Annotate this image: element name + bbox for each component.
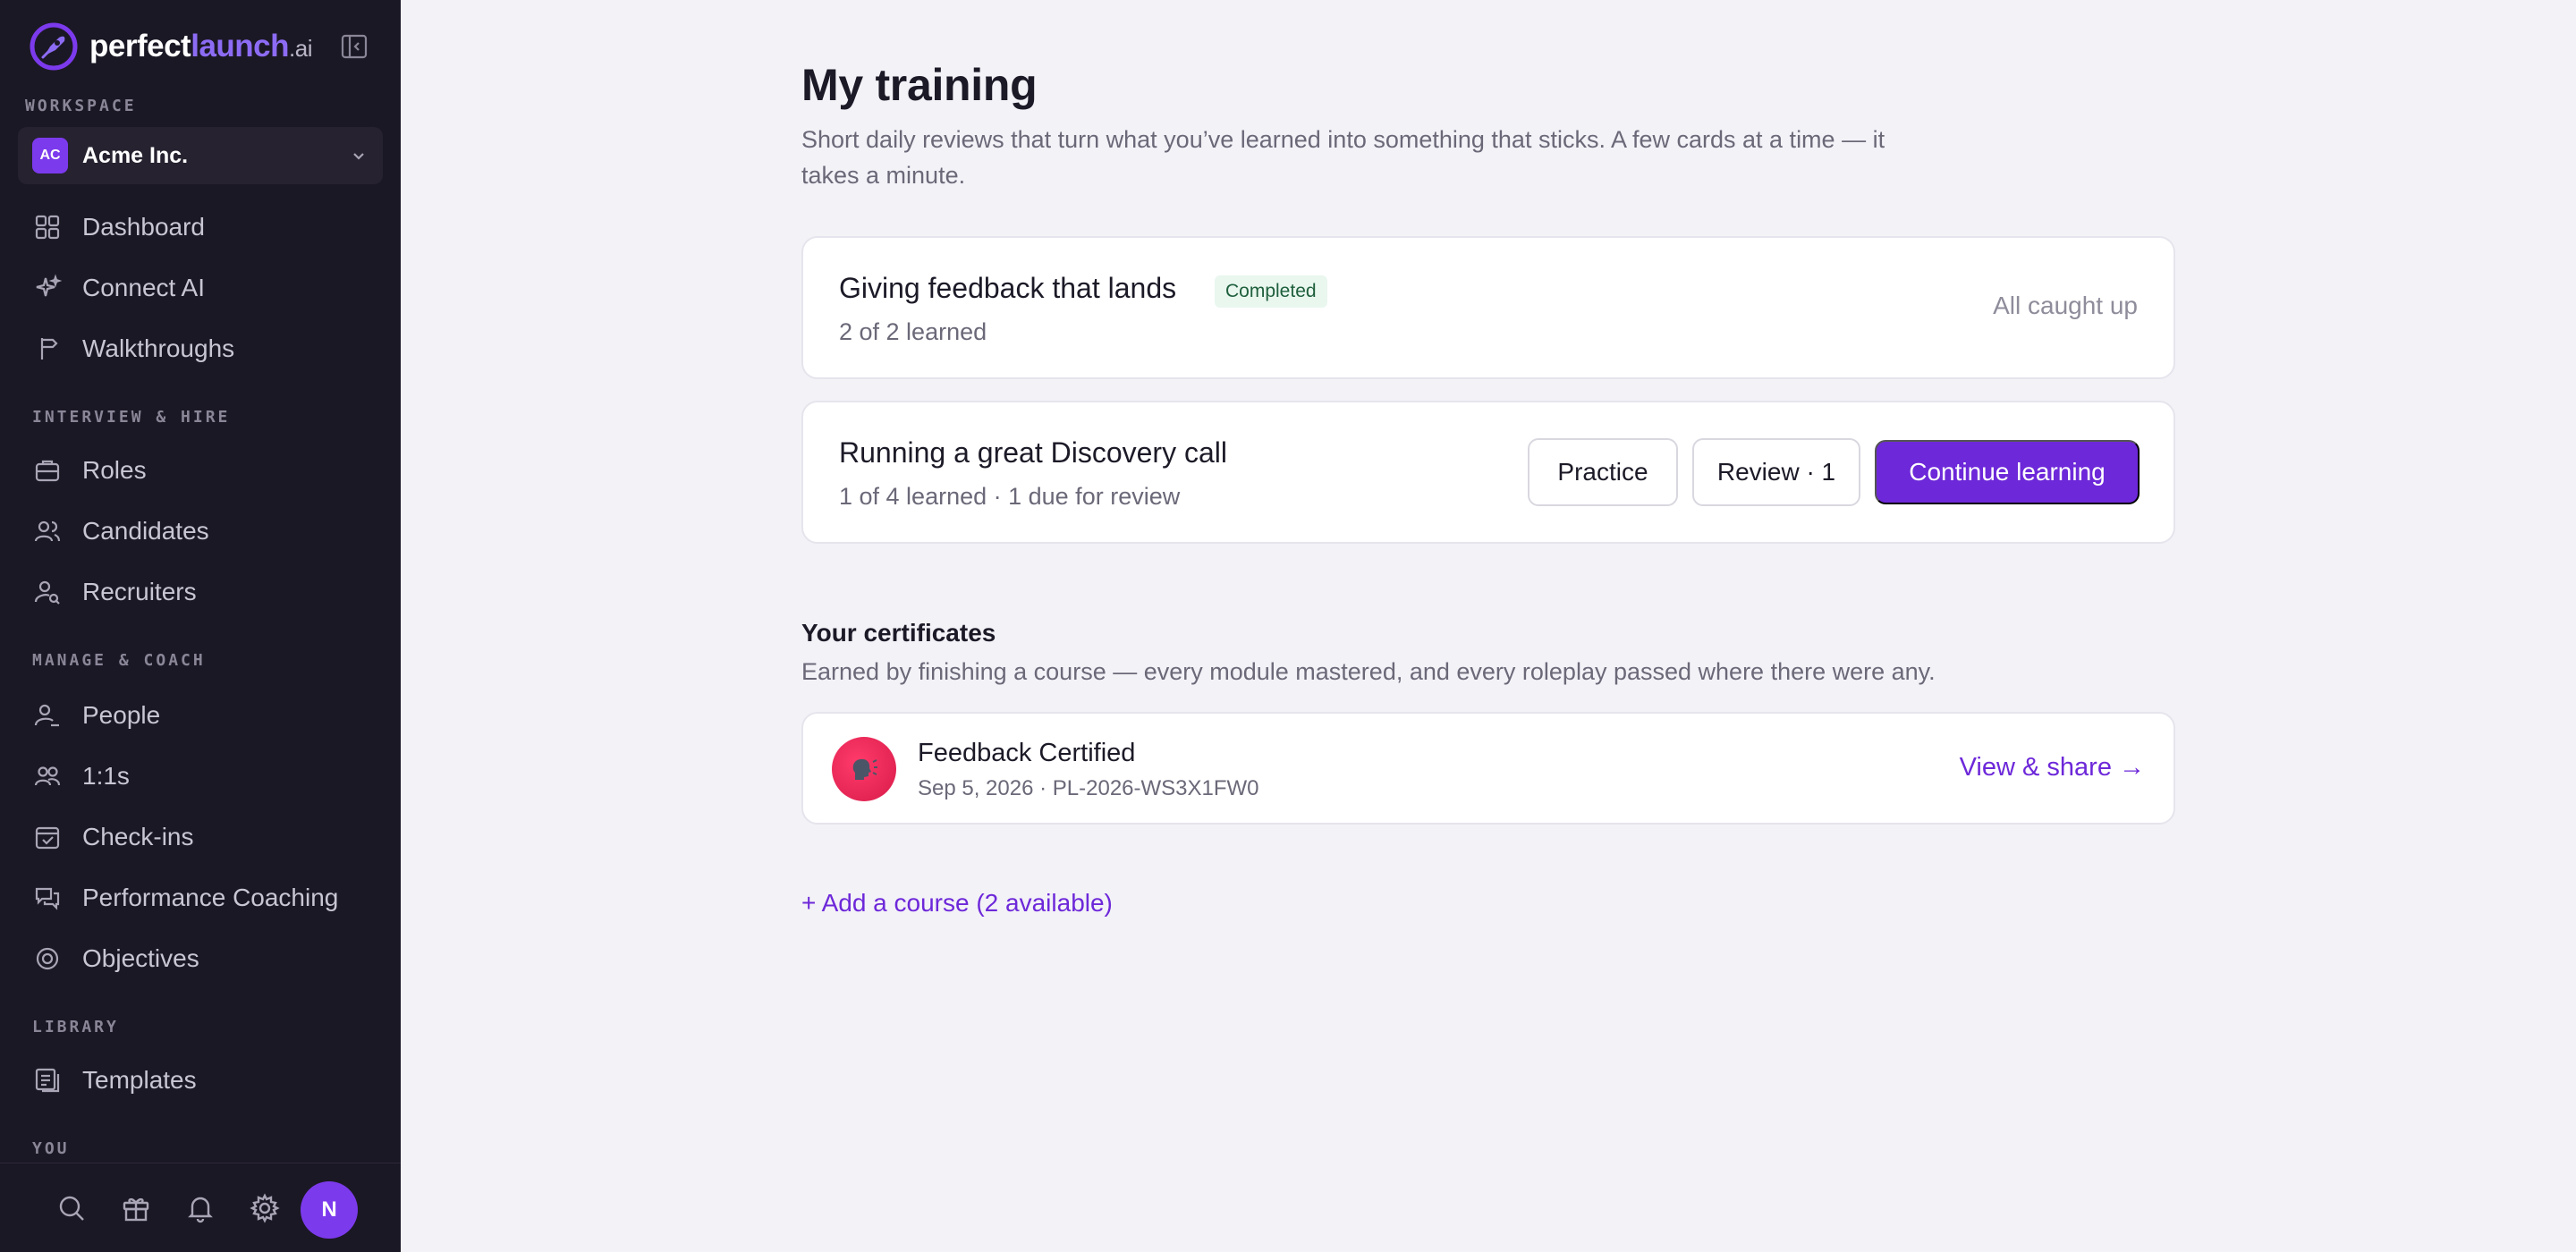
sidebar-item-one-on-ones[interactable]: 1:1s [18,749,383,803]
sidebar-item-dashboard[interactable]: Dashboard [18,200,383,254]
section-label-manage: MANAGE & COACH [32,651,206,670]
sidebar-item-candidates[interactable]: Candidates [18,504,383,558]
section-label-workspace: WORKSPACE [25,97,137,115]
page-subtitle: Short daily reviews that turn what you’v… [801,126,1885,189]
certificates-subtitle: Earned by finishing a course — every mod… [801,658,1936,685]
sidebar-item-label: Dashboard [82,213,205,241]
practice-button[interactable]: Practice [1528,438,1678,506]
signpost-icon [32,334,63,364]
sidebar-item-label: Templates [82,1066,197,1094]
collapse-sidebar-icon[interactable] [340,32,369,61]
sidebar-item-performance-coaching[interactable]: Performance Coaching [18,871,383,925]
course-card-discovery: Running a great Discovery call 1 of 4 le… [801,401,2175,544]
brand-logo[interactable]: perfectlaunch.ai [29,20,369,73]
gift-icon[interactable] [118,1190,154,1226]
document-stack-icon [32,1065,63,1096]
sidebar-item-label: Check-ins [82,823,194,850]
sidebar-item-connect-ai[interactable]: Connect AI [18,261,383,315]
sidebar-item-label: Walkthroughs [82,334,235,362]
sidebar-item-recruiters[interactable]: Recruiters [18,565,383,619]
course-title: Giving feedback that lands [839,272,1177,304]
chat-bubbles-icon [32,883,63,913]
certificate-meta: Sep 5, 2026 · PL-2026-WS3X1FW0 [918,776,1259,800]
sidebar-item-label: Recruiters [82,578,197,605]
course-title: Running a great Discovery call [839,436,1227,469]
sidebar: perfectlaunch.ai WORKSPACE AC Acme Inc. … [0,0,401,1252]
sidebar-footer: N [0,1163,401,1252]
sidebar-item-roles[interactable]: Roles [18,444,383,497]
certificate-card: Feedback Certified Sep 5, 2026 · PL-2026… [801,712,2175,825]
certificate-title: Feedback Certified [918,739,1136,767]
sidebar-item-label: Candidates [82,517,209,545]
status-badge: Completed [1215,275,1327,308]
sidebar-item-label: Performance Coaching [82,884,339,911]
sidebar-item-label: Connect AI [82,274,205,301]
workspace-badge: AC [32,138,68,173]
gear-icon[interactable] [247,1190,283,1226]
user-search-icon [32,577,63,607]
section-label-interview: INTERVIEW & HIRE [32,408,231,427]
section-label-library: LIBRARY [32,1018,119,1036]
sparkle-icon [32,273,63,303]
continue-learning-button[interactable]: Continue learning [1875,440,2140,504]
page-title: My training [801,60,1038,110]
speaking-head-icon [832,737,896,801]
add-course-link[interactable]: + Add a course (2 available) [801,889,1113,918]
target-icon [32,943,63,974]
calendar-check-icon [32,822,63,852]
sidebar-item-objectives[interactable]: Objectives [18,932,383,986]
grid-icon [32,212,63,242]
course-card-feedback: Giving feedback that lands Completed 2 o… [801,236,2175,379]
course-status: All caught up [1993,292,2138,319]
sidebar-item-checkins[interactable]: Check-ins [18,810,383,864]
sidebar-item-people[interactable]: People [18,689,383,742]
chevron-down-icon [353,153,364,160]
sidebar-item-label: Roles [82,456,147,484]
users-icon [32,516,63,546]
certificates-title: Your certificates [801,619,996,647]
user-avatar[interactable]: N [301,1181,358,1239]
user-icon [32,700,63,731]
section-label-you: YOU [32,1139,70,1158]
bell-icon[interactable] [182,1190,218,1226]
course-progress: 2 of 2 learned [839,318,987,345]
briefcase-icon [32,455,63,486]
sidebar-item-templates[interactable]: Templates [18,1053,383,1107]
review-button[interactable]: Review · 1 [1692,438,1860,506]
brand-wordmark: perfectlaunch.ai [89,29,312,63]
workspace-name: Acme Inc. [82,142,189,168]
search-icon[interactable] [54,1190,89,1226]
workspace-selector[interactable]: AC Acme Inc. [18,127,383,184]
sidebar-item-label: 1:1s [82,762,130,790]
two-users-icon [32,761,63,791]
sidebar-item-label: Objectives [82,944,199,972]
course-progress: 1 of 4 learned · 1 due for review [839,483,1181,510]
sidebar-item-label: People [82,701,161,729]
rocket-logo-icon [30,22,78,71]
view-share-link[interactable]: View & share → [1960,753,2145,782]
sidebar-item-walkthroughs[interactable]: Walkthroughs [18,322,383,376]
